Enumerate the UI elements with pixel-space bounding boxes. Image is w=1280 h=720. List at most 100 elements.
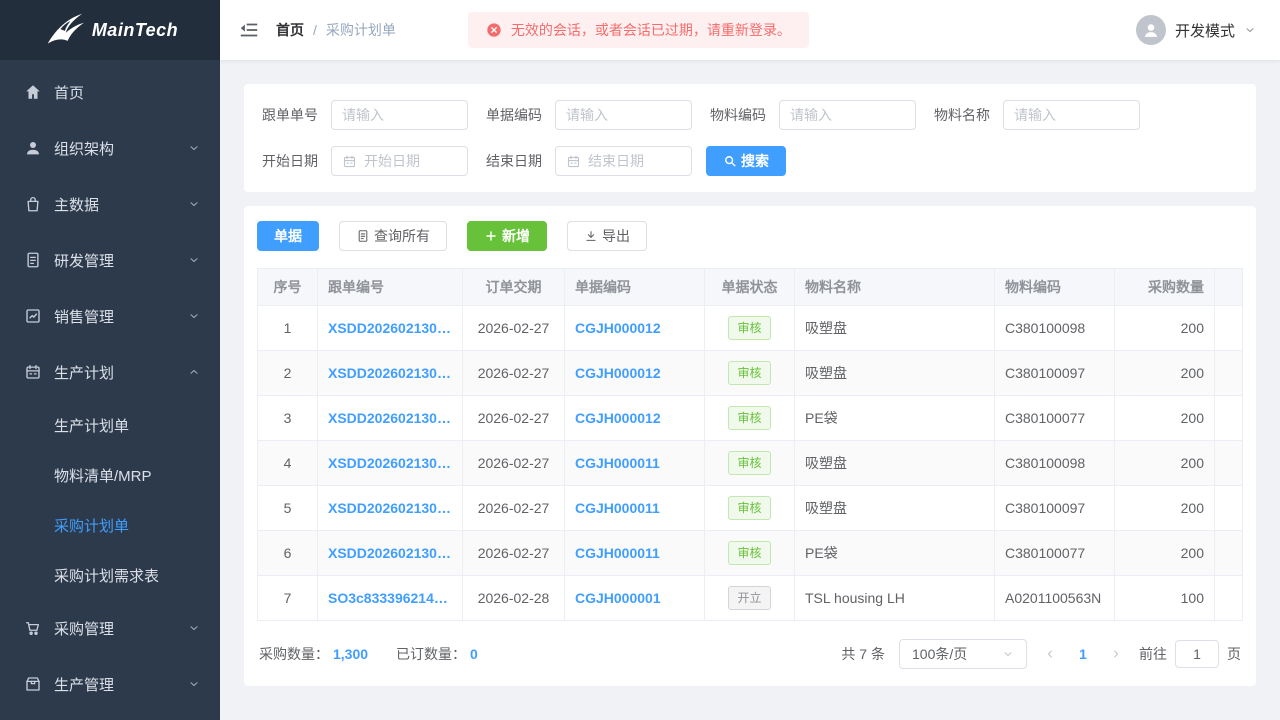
- brand-logo: MainTech: [0, 0, 220, 60]
- doc-icon: [356, 229, 370, 243]
- table-row: 5XSDD2026021306…2026-02-27CGJH000011审核吸塑…: [258, 486, 1243, 531]
- cell-material-code: C380100077: [995, 396, 1115, 441]
- prev-page-button[interactable]: [1041, 648, 1059, 660]
- next-page-button[interactable]: [1107, 648, 1125, 660]
- page-size-select[interactable]: 100条/页: [899, 639, 1027, 669]
- cell-seq: 6: [258, 531, 318, 576]
- sidebar-item-production-plan-order[interactable]: 生产计划单: [0, 400, 220, 450]
- breadcrumb-separator: /: [313, 22, 317, 38]
- cell-seq: 3: [258, 396, 318, 441]
- col-header: 采购数量: [1115, 269, 1215, 306]
- avatar: [1136, 15, 1166, 45]
- order-no-link[interactable]: XSDD2026021306…: [328, 365, 452, 381]
- cell-material-name: TSL housing LH: [795, 576, 995, 621]
- chevron-down-icon: [188, 254, 200, 266]
- chevron-down-icon: [1244, 24, 1256, 36]
- status-badge: 审核: [728, 316, 770, 340]
- sidebar-fold-icon[interactable]: [238, 19, 260, 41]
- ordered-qty-value: 0: [470, 646, 478, 662]
- sidebar-item-org[interactable]: 组织架构: [0, 120, 220, 176]
- order-no-link[interactable]: XSDD2026021306…: [328, 410, 452, 426]
- filter-doc-code-label: 单据编码: [480, 105, 542, 125]
- cell-purchase-qty: 200: [1115, 441, 1215, 486]
- search-icon: [723, 154, 737, 168]
- filter-panel: 跟单单号单据编码物料编码物料名称 开始日期结束日期搜索: [244, 84, 1256, 192]
- doc-no-link[interactable]: CGJH000011: [575, 500, 694, 516]
- sidebar-item-production-management[interactable]: 生产管理: [0, 656, 220, 712]
- table-row: 7SO3c833396214e402026-02-28CGJH000001开立T…: [258, 576, 1243, 621]
- error-circle-icon: [486, 22, 502, 38]
- chevron-down-icon: [1002, 648, 1014, 660]
- table-row: 1XSDD2026021306…2026-02-27CGJH000012审核吸塑…: [258, 306, 1243, 351]
- cell-material-name: 吸塑盘: [795, 351, 995, 396]
- cell-material-name: 吸塑盘: [795, 306, 995, 351]
- sidebar-item-purchase-plan-demand[interactable]: 采购计划需求表: [0, 550, 220, 600]
- status-badge: 审核: [728, 496, 770, 520]
- cell-material-code: C380100097: [995, 486, 1115, 531]
- plus-icon: [484, 229, 498, 243]
- col-header: 物料编码: [995, 269, 1115, 306]
- cell-seq: 5: [258, 486, 318, 531]
- chart-icon: [24, 307, 42, 325]
- goto-page-input[interactable]: [1175, 640, 1219, 668]
- sidebar-item-production-plan[interactable]: 生产计划: [0, 344, 220, 400]
- doc-no-link[interactable]: CGJH000011: [575, 545, 694, 561]
- cell-delivery-date: 2026-02-27: [463, 306, 565, 351]
- sidebar-item-purchase-plan-order[interactable]: 采购计划单: [0, 500, 220, 550]
- filter-end-date-label: 结束日期: [480, 151, 542, 171]
- filter-material-name-input[interactable]: [1014, 107, 1129, 123]
- cell-material-name: PE袋: [795, 396, 995, 441]
- status-badge: 开立: [728, 586, 770, 610]
- col-header: 单据状态: [705, 269, 795, 306]
- query-all-button[interactable]: 查询所有: [339, 221, 447, 251]
- filter-material-code-input[interactable]: [790, 107, 905, 123]
- breadcrumb: 首页 / 采购计划单: [276, 20, 396, 40]
- sidebar-item-master-data[interactable]: 主数据: [0, 176, 220, 232]
- goto-unit-label: 页: [1227, 644, 1241, 664]
- table-panel: 单据查询所有新增导出 序号跟单编号订单交期单据编码单据状态物料名称物料编码采购数…: [244, 206, 1256, 686]
- cell-material-code: C380100098: [995, 441, 1115, 486]
- sidebar-item-bom-mrp[interactable]: 物料清单/MRP: [0, 450, 220, 500]
- filter-material-code-label: 物料编码: [704, 105, 766, 125]
- order-no-link[interactable]: XSDD2026021306…: [328, 455, 452, 471]
- cell-material-name: PE袋: [795, 531, 995, 576]
- cell-purchase-qty: 200: [1115, 486, 1215, 531]
- sidebar-item-rd-management[interactable]: 研发管理: [0, 232, 220, 288]
- sidebar-item-sales-management[interactable]: 销售管理: [0, 288, 220, 344]
- sidebar-menu: 首页组织架构主数据研发管理销售管理生产计划生产计划单物料清单/MRP采购计划单采…: [0, 60, 220, 720]
- filter-doc-code-input[interactable]: [566, 107, 681, 123]
- order-no-link[interactable]: XSDD2026021306…: [328, 545, 452, 561]
- user-menu[interactable]: 开发模式: [1136, 15, 1256, 45]
- table-row: 3XSDD2026021306…2026-02-27CGJH000012审核PE…: [258, 396, 1243, 441]
- doc-no-link[interactable]: CGJH000012: [575, 320, 694, 336]
- order-no-link[interactable]: XSDD2026021306…: [328, 500, 452, 516]
- filter-material-name-label: 物料名称: [928, 105, 990, 125]
- brand-swoosh-icon: [42, 11, 86, 49]
- doc-button[interactable]: 单据: [257, 221, 319, 251]
- doc-no-link[interactable]: CGJH000012: [575, 365, 694, 381]
- ordered-qty-summary: 已订数量：0: [396, 644, 478, 664]
- order-no-link[interactable]: SO3c833396214e40: [328, 590, 452, 606]
- order-no-link[interactable]: XSDD2026021306…: [328, 320, 452, 336]
- cell-purchase-qty: 200: [1115, 306, 1215, 351]
- search-button[interactable]: 搜索: [706, 146, 786, 176]
- export-button[interactable]: 导出: [567, 221, 647, 251]
- cell-material-code: A0201100563N: [995, 576, 1115, 621]
- doc-no-link[interactable]: CGJH000012: [575, 410, 694, 426]
- filter-start-date-input[interactable]: [364, 153, 457, 169]
- pagination: 共 7 条 100条/页 1 前往 页: [841, 639, 1241, 669]
- filter-start-date: 开始日期: [256, 146, 468, 176]
- cell-material-name: 吸塑盘: [795, 441, 995, 486]
- sidebar-item-home[interactable]: 首页: [0, 64, 220, 120]
- sidebar-item-purchase-management[interactable]: 采购管理: [0, 600, 220, 656]
- filter-end-date-input[interactable]: [588, 153, 681, 169]
- col-header: 单据编码: [565, 269, 705, 306]
- box-icon: [24, 675, 42, 693]
- add-button[interactable]: 新增: [467, 221, 547, 251]
- doc-no-link[interactable]: CGJH000011: [575, 455, 694, 471]
- page-number[interactable]: 1: [1073, 646, 1093, 662]
- cell-material-code: C380100097: [995, 351, 1115, 396]
- breadcrumb-home[interactable]: 首页: [276, 20, 304, 40]
- doc-no-link[interactable]: CGJH000001: [575, 590, 694, 606]
- filter-order-no-input[interactable]: [342, 107, 457, 123]
